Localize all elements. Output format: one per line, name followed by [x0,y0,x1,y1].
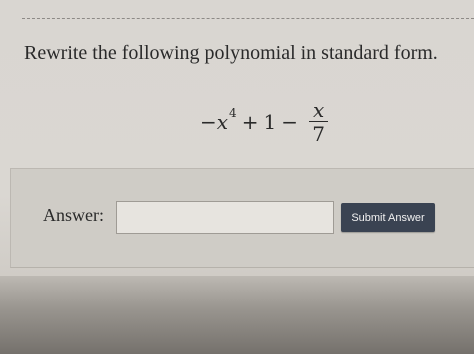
answer-label: Answer: [43,205,104,225]
answer-panel: Answer: Submit Answer [10,168,474,268]
submit-answer-button[interactable]: Submit Answer [341,203,435,232]
variable-x: x [216,110,229,134]
fraction-denominator: 7 [312,121,325,146]
section-divider [22,18,474,19]
minus-sign-2: − [281,110,298,134]
answer-input[interactable] [116,201,334,234]
polynomial-expression: − x 4 + 1 − x 7 [200,96,329,148]
screen-bottom-edge [0,276,474,354]
exponent: 4 [229,106,237,120]
constant-term: 1 [263,110,277,134]
fraction-numerator: x [312,97,325,122]
plus-sign: + [241,110,259,134]
minus-sign: − [200,110,217,134]
screen: Rewrite the following polynomial in stan… [0,0,474,354]
question-prompt: Rewrite the following polynomial in stan… [24,42,438,64]
fraction: x 7 [308,97,329,146]
